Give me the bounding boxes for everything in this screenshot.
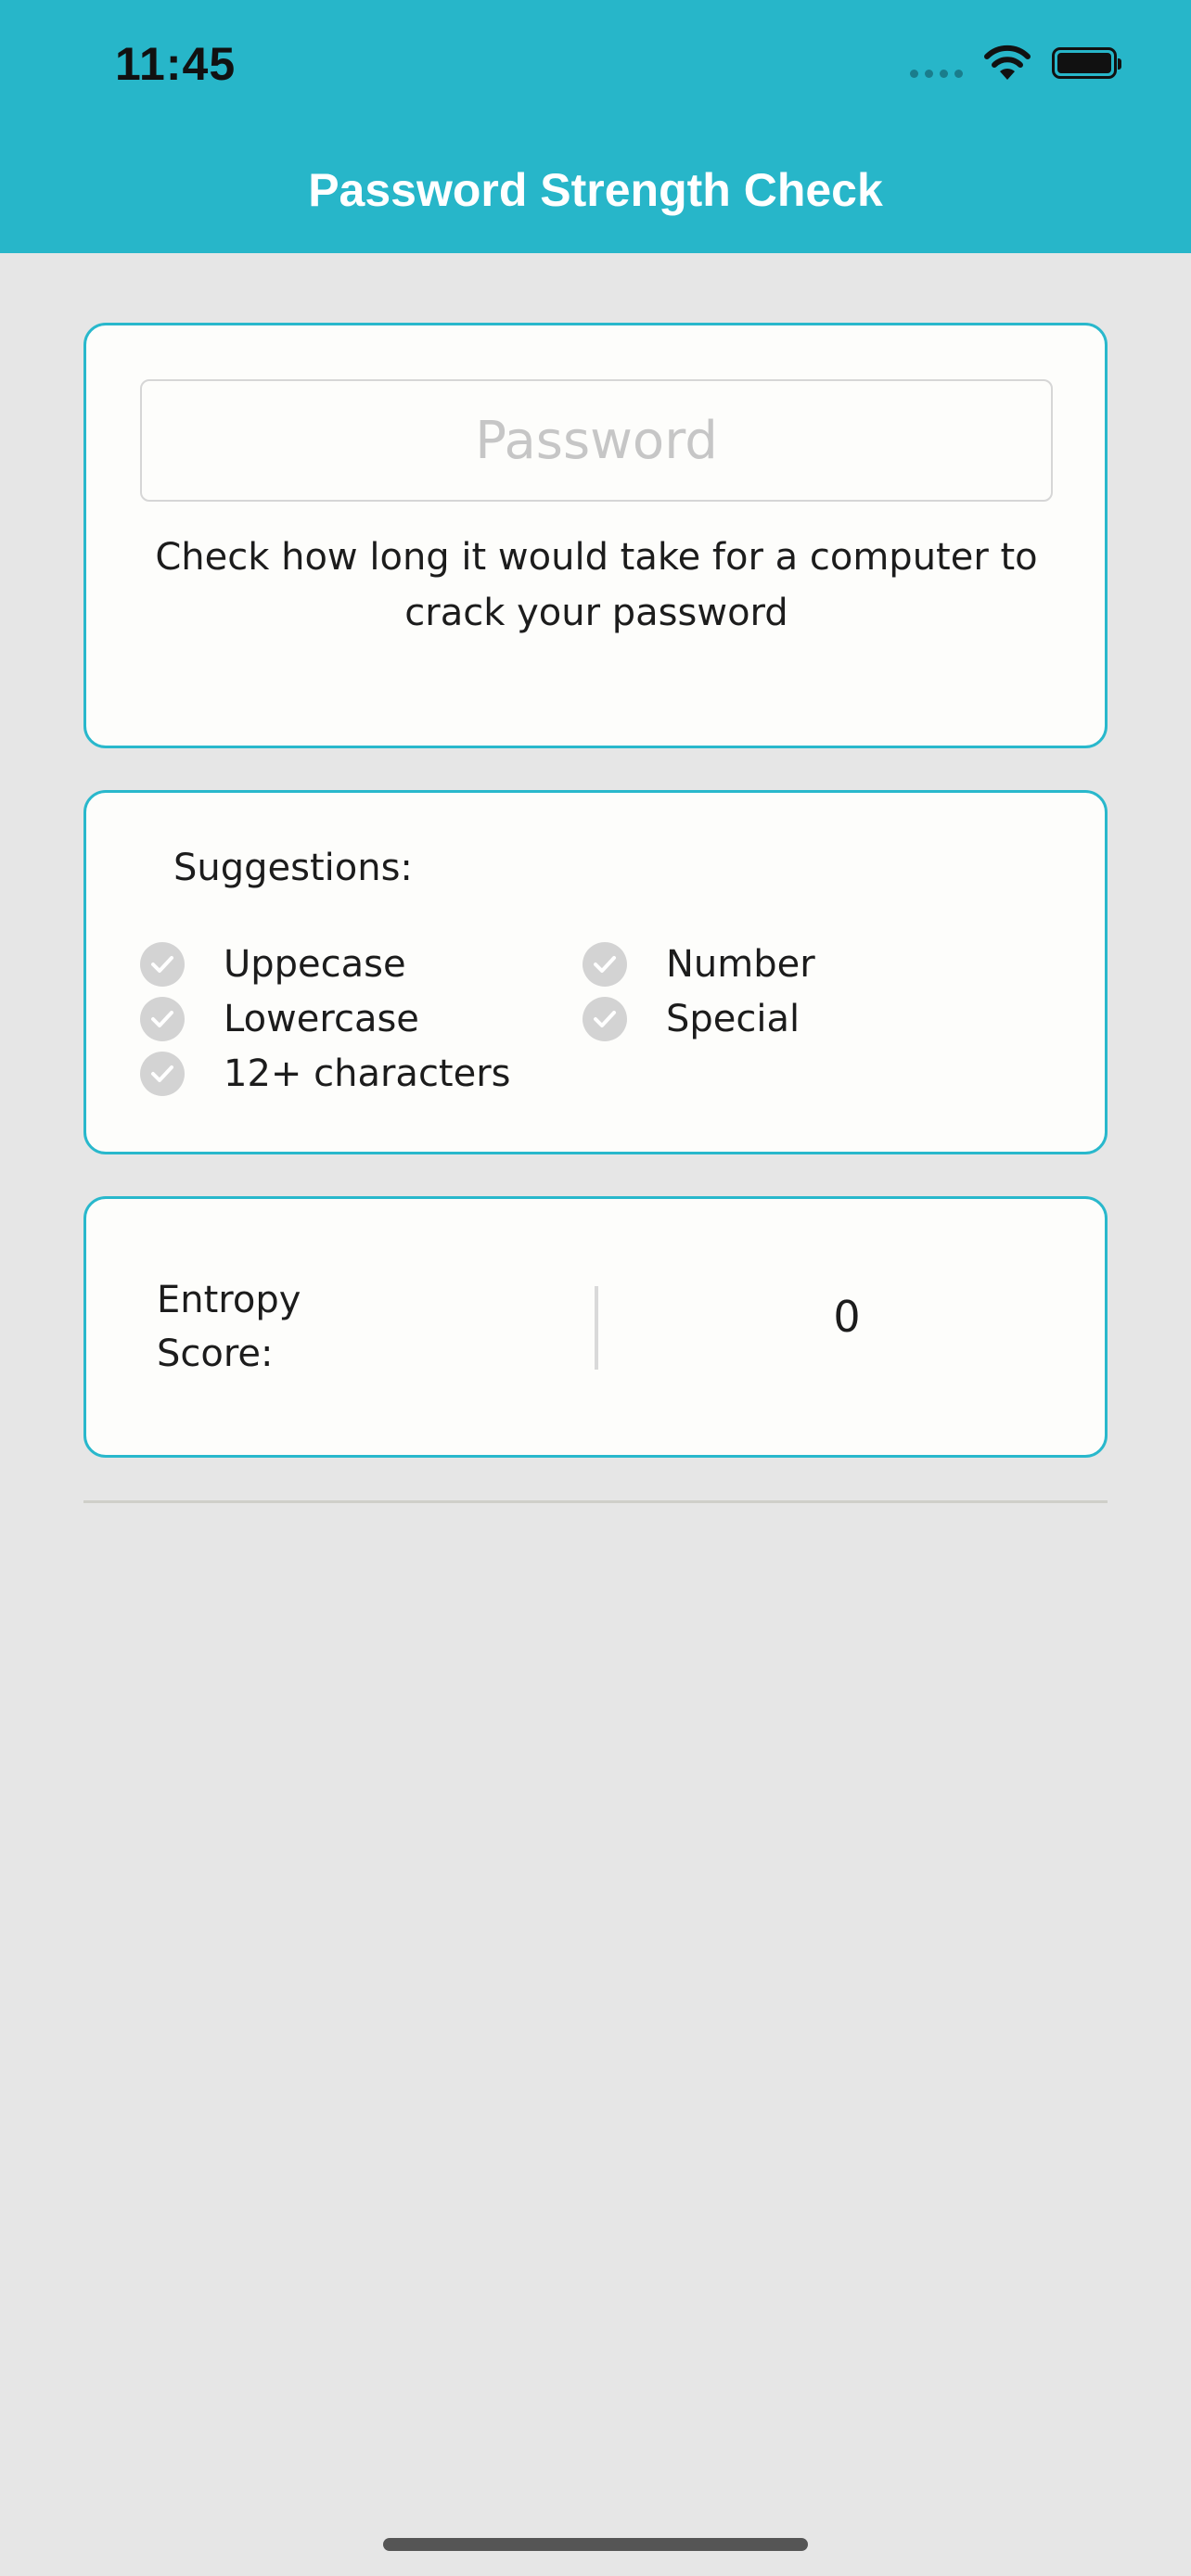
suggestion-label: Number [666,943,815,986]
app-header: 11:45 Password Strength Check [0,0,1191,253]
suggestion-item-length: 12+ characters [140,1047,511,1101]
suggestions-title: Suggestions: [173,847,413,889]
check-circle-icon [140,1052,185,1096]
check-circle-icon [140,942,185,987]
page-title: Password Strength Check [308,164,883,216]
suggestion-label: Lowercase [224,998,419,1040]
password-input[interactable] [140,379,1053,502]
suggestion-label: Uppecase [224,943,406,986]
suggestion-item-lowercase: Lowercase [140,992,419,1046]
suggestion-label: 12+ characters [224,1052,511,1095]
status-time: 11:45 [115,38,237,90]
suggestions-card: Suggestions: Uppecase Lowercase 12+ char… [83,790,1108,1154]
entropy-label: Entropy Score: [157,1279,301,1375]
suggestion-item-special: Special [583,992,800,1046]
check-circle-icon [140,997,185,1041]
signal-dots-icon [910,45,963,82]
entropy-card: Entropy Score: 0 [83,1196,1108,1458]
password-description: Check how long it would take for a compu… [155,536,1038,634]
suggestion-item-number: Number [583,937,815,991]
password-card: Check how long it would take for a compu… [83,323,1108,748]
wifi-icon [984,45,1031,80]
entropy-value: 0 [833,1292,861,1342]
check-circle-icon [583,997,627,1041]
separator-line [83,1500,1108,1503]
home-indicator[interactable] [383,2538,808,2551]
suggestion-item-uppercase: Uppecase [140,937,406,991]
divider [595,1286,598,1370]
status-icons [910,45,1121,82]
battery-icon [1052,47,1121,79]
check-circle-icon [583,942,627,987]
suggestion-label: Special [666,998,800,1040]
